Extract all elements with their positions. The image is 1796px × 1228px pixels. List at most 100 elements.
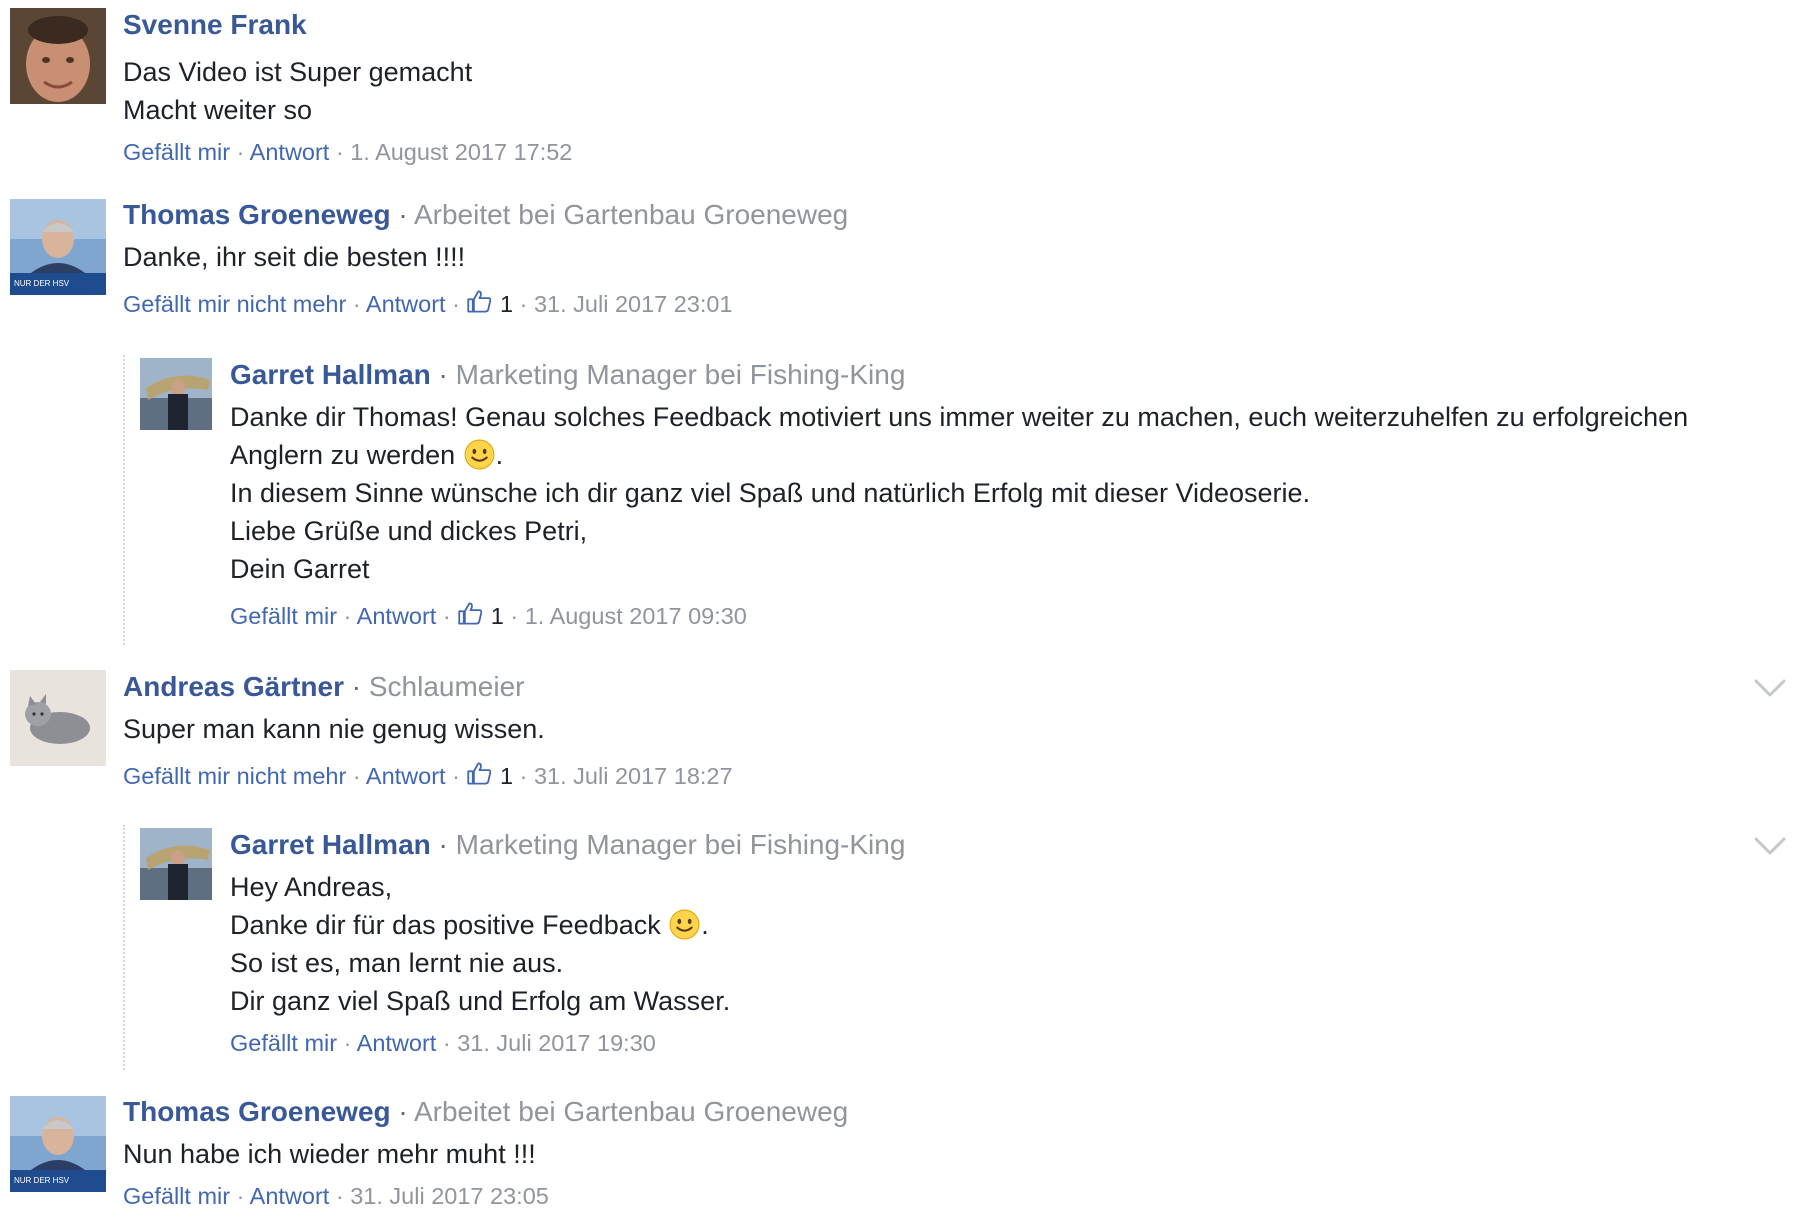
- avatar[interactable]: [10, 8, 106, 104]
- comment-actions: Gefällt mir · Antwort · 1 · 1. August 20…: [230, 600, 1688, 631]
- reply-thread-line: [123, 825, 125, 1070]
- author-name[interactable]: Svenne Frank: [123, 9, 307, 40]
- comment-text-line: Hey Andreas,: [230, 872, 393, 902]
- thumbs-up-icon[interactable]: [466, 288, 493, 315]
- timestamp[interactable]: 1. August 2017 17:52: [350, 139, 572, 165]
- comment-text: Anglern zu werden: [230, 440, 456, 470]
- separator: ·: [398, 1096, 408, 1127]
- separator: ·: [452, 291, 460, 317]
- separator: ·: [442, 603, 451, 629]
- separator: ·: [236, 139, 245, 165]
- avatar[interactable]: [10, 670, 106, 766]
- timestamp[interactable]: 1. August 2017 09:30: [525, 603, 747, 629]
- like-count[interactable]: 1: [491, 603, 504, 629]
- reply-button[interactable]: Antwort: [366, 763, 446, 789]
- like-count[interactable]: 1: [500, 291, 513, 317]
- separator: ·: [438, 829, 448, 860]
- reply-button[interactable]: Antwort: [250, 139, 330, 165]
- comment: NUR DER HSV Thomas Groeneweg · Arbeitet …: [0, 190, 1796, 330]
- chevron-down-icon[interactable]: [1754, 678, 1786, 698]
- separator: ·: [335, 139, 344, 165]
- separator: ·: [519, 291, 528, 317]
- separator: ·: [452, 763, 460, 789]
- chevron-down-icon[interactable]: [1754, 836, 1786, 856]
- unlike-button[interactable]: Gefällt mir nicht mehr: [123, 763, 346, 789]
- comment-actions: Gefällt mir · Antwort · 31. Juli 2017 23…: [123, 1181, 848, 1211]
- comment-header: Thomas Groeneweg · Arbeitet bei Gartenba…: [123, 1095, 848, 1129]
- like-button[interactable]: Gefällt mir: [230, 1030, 337, 1056]
- avatar-caption: NUR DER HSV: [14, 279, 70, 288]
- punctuation: .: [701, 910, 709, 940]
- author-name[interactable]: Thomas Groeneweg: [123, 199, 391, 230]
- author-subtitle: Marketing Manager bei Fishing-King: [455, 829, 906, 860]
- reply-button[interactable]: Antwort: [357, 1030, 437, 1056]
- comment-text-line: Danke, ihr seit die besten !!!!: [123, 242, 466, 272]
- author-subtitle: Arbeitet bei Gartenbau Groeneweg: [413, 1096, 849, 1127]
- author-subtitle: Schlaumeier: [368, 671, 525, 702]
- reply-thread-line: [123, 355, 125, 645]
- timestamp[interactable]: 31. Juli 2017 23:05: [350, 1183, 549, 1209]
- comment-actions: Gefällt mir nicht mehr · Antwort · 1 · 3…: [123, 288, 848, 319]
- comment-text-line: Danke dir für das positive Feedback .: [230, 906, 905, 944]
- comment-text-line: Dir ganz viel Spaß und Erfolg am Wasser.: [230, 986, 731, 1016]
- avatar-caption: NUR DER HSV: [14, 1176, 70, 1185]
- like-button[interactable]: Gefällt mir: [230, 603, 337, 629]
- separator: ·: [438, 359, 448, 390]
- separator: ·: [343, 603, 352, 629]
- comment-text-line: Dein Garret: [230, 554, 370, 584]
- reply-button[interactable]: Antwort: [357, 603, 437, 629]
- author-subtitle: Marketing Manager bei Fishing-King: [455, 359, 906, 390]
- like-button[interactable]: Gefällt mir: [123, 139, 230, 165]
- smiley-emoji-icon: [669, 909, 700, 940]
- comment-text: Danke dir für das positive Feedback: [230, 910, 661, 940]
- separator: ·: [352, 291, 361, 317]
- like-count[interactable]: 1: [500, 763, 513, 789]
- reply-button[interactable]: Antwort: [366, 291, 446, 317]
- comment: NUR DER HSV Thomas Groeneweg · Arbeitet …: [0, 1087, 1796, 1228]
- comment: Svenne Frank Das Video ist Super gemacht…: [0, 0, 1796, 180]
- comment-text-line: Danke dir Thomas! Genau solches Feedback…: [230, 402, 1689, 432]
- author-name[interactable]: Garret Hallman: [230, 829, 431, 860]
- thumbs-up-icon[interactable]: [466, 760, 493, 787]
- comment-text-line: Nun habe ich wieder mehr muht !!!: [123, 1139, 536, 1169]
- comment-text-line: So ist es, man lernt nie aus.: [230, 948, 564, 978]
- avatar[interactable]: [140, 828, 212, 900]
- thumbs-up-icon[interactable]: [457, 600, 484, 627]
- timestamp[interactable]: 31. Juli 2017 19:30: [457, 1030, 656, 1056]
- separator: ·: [236, 1183, 245, 1209]
- author-subtitle: Arbeitet bei Gartenbau Groeneweg: [413, 199, 849, 230]
- comment-header: Svenne Frank: [123, 8, 572, 42]
- separator: ·: [343, 1030, 352, 1056]
- comment-header: Andreas Gärtner · Schlaumeier: [123, 670, 733, 704]
- reply-comment: Garret Hallman · Marketing Manager bei F…: [130, 350, 1790, 650]
- separator: ·: [442, 1030, 451, 1056]
- separator: ·: [519, 763, 528, 789]
- comment-actions: Gefällt mir nicht mehr · Antwort · 1 · 3…: [123, 760, 733, 791]
- unlike-button[interactable]: Gefällt mir nicht mehr: [123, 291, 346, 317]
- author-name[interactable]: Thomas Groeneweg: [123, 1096, 391, 1127]
- separator: ·: [335, 1183, 344, 1209]
- comment-actions: Gefällt mir · Antwort · 31. Juli 2017 19…: [230, 1028, 905, 1058]
- author-name[interactable]: Garret Hallman: [230, 359, 431, 390]
- author-name[interactable]: Andreas Gärtner: [123, 671, 344, 702]
- comment-text-line: Anglern zu werden .: [230, 436, 1688, 474]
- comment-actions: Gefällt mir · Antwort · 1. August 2017 1…: [123, 137, 572, 167]
- like-button[interactable]: Gefällt mir: [123, 1183, 230, 1209]
- comment-text-line: Macht weiter so: [123, 95, 313, 125]
- avatar[interactable]: [140, 358, 212, 430]
- timestamp[interactable]: 31. Juli 2017 18:27: [534, 763, 733, 789]
- comment-text-line: In diesem Sinne wünsche ich dir ganz vie…: [230, 478, 1311, 508]
- comment: Andreas Gärtner · Schlaumeier Super man …: [0, 662, 1796, 812]
- avatar[interactable]: NUR DER HSV: [10, 1096, 106, 1192]
- comment-text-line: Super man kann nie genug wissen.: [123, 714, 545, 744]
- reply-comment: Garret Hallman · Marketing Manager bei F…: [130, 820, 1790, 1080]
- avatar[interactable]: NUR DER HSV: [10, 199, 106, 295]
- comment-text-line: Liebe Grüße und dickes Petri,: [230, 516, 588, 546]
- timestamp[interactable]: 31. Juli 2017 23:01: [534, 291, 733, 317]
- punctuation: .: [495, 440, 504, 470]
- separator: ·: [352, 763, 361, 789]
- reply-button[interactable]: Antwort: [250, 1183, 330, 1209]
- separator: ·: [510, 603, 519, 629]
- separator: ·: [398, 199, 408, 230]
- separator: ·: [351, 671, 362, 702]
